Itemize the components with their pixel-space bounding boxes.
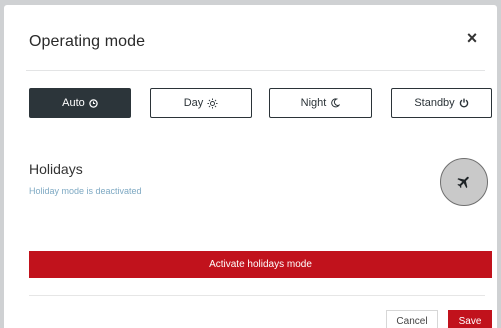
mode-label-day: Day	[183, 97, 204, 109]
holiday-status-text: Holiday mode is deactivated	[29, 186, 142, 196]
mode-button-standby[interactable]: Standby	[391, 88, 492, 118]
cancel-button[interactable]: Cancel	[386, 310, 438, 328]
mode-button-auto[interactable]: Auto	[29, 88, 131, 118]
mode-label-auto: Auto	[62, 97, 85, 109]
sun-icon	[207, 97, 218, 109]
mode-selector: Auto Day Night Standby	[29, 88, 492, 118]
mode-button-day[interactable]: Day	[150, 88, 252, 118]
dialog-title: Operating mode	[29, 33, 146, 50]
mode-label-standby: Standby	[414, 97, 455, 109]
dialog-header: Operating mode ×	[26, 5, 485, 71]
clock-icon	[89, 98, 98, 108]
save-button[interactable]: Save	[448, 310, 492, 328]
activate-holidays-button[interactable]: Activate holidays mode	[29, 251, 492, 278]
mode-button-night[interactable]: Night	[269, 88, 372, 118]
holiday-toggle-button[interactable]	[440, 158, 488, 206]
operating-mode-dialog: Operating mode × Auto Day Night Standby …	[4, 5, 497, 328]
close-icon[interactable]: ×	[463, 29, 481, 47]
power-icon	[459, 98, 468, 108]
holidays-heading: Holidays	[29, 161, 83, 177]
footer-divider	[29, 295, 485, 296]
mode-label-night: Night	[300, 97, 327, 109]
airplane-icon	[457, 176, 469, 189]
moon-icon	[331, 98, 341, 108]
